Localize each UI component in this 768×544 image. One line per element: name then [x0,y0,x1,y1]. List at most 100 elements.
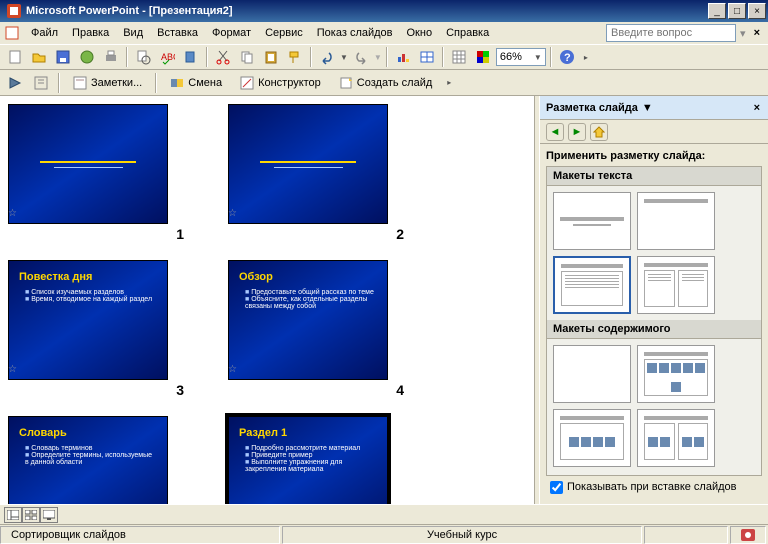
sorter-view-icon[interactable] [22,507,40,523]
layout-title-bullets[interactable] [553,256,631,314]
slide-thumb[interactable]: ☆2 [228,104,408,242]
nav-back-icon[interactable]: ◄ [546,123,564,141]
task-pane: Разметка слайда ▼ × ◄ ► Применить размет… [540,96,768,504]
workspace: ☆1☆2Повестка дняСписок изучаемых раздело… [0,96,768,504]
slide-thumb[interactable]: СловарьСловарь терминовОпределите термин… [8,416,188,504]
transition-button[interactable]: Смена [163,72,229,94]
menu-help[interactable]: Справка [439,25,496,41]
menu-edit[interactable]: Правка [65,25,116,41]
close-button[interactable]: × [748,3,766,19]
toolbar2-options-icon[interactable]: ▸ [443,72,455,94]
print-icon[interactable] [100,46,122,68]
copy-icon[interactable] [236,46,258,68]
standard-toolbar: ABC ▼ ▼ 66%▼ ? ▸ [0,44,768,70]
notes-button[interactable]: Заметки... [66,72,149,94]
taskpane-nav: ◄ ► [540,120,768,144]
slide-thumb[interactable]: Повестка дняСписок изучаемых разделовВре… [8,260,188,398]
maximize-button[interactable]: □ [728,3,746,19]
taskpane-title: Разметка слайда [546,102,638,114]
taskpane-body: Применить разметку слайда: Макеты текста… [540,144,768,504]
format-painter-icon[interactable] [284,46,306,68]
expand-icon[interactable] [30,72,52,94]
menu-tools[interactable]: Сервис [258,25,310,41]
window-title: Microsoft PowerPoint - [Презентация2] [26,5,706,17]
status-left: Сортировщик слайдов [0,526,280,544]
section-content-layouts: Макеты содержимого [547,320,761,339]
save-icon[interactable] [52,46,74,68]
show-on-insert-row: Показывать при вставке слайдов [546,476,762,498]
show-on-insert-label: Показывать при вставке слайдов [567,481,737,493]
help-icon[interactable]: ? [556,46,578,68]
undo-dropdown[interactable]: ▼ [340,53,348,62]
undo-icon[interactable] [316,46,338,68]
status-lang-icon[interactable] [730,526,766,544]
nav-forward-icon[interactable]: ► [568,123,586,141]
slideshow-view-icon[interactable] [40,507,58,523]
zoom-combo[interactable]: 66%▼ [496,48,546,66]
ask-dropdown[interactable]: ▾ [736,27,750,40]
permission-icon[interactable] [76,46,98,68]
menu-file[interactable]: Файл [24,25,65,41]
normal-view-icon[interactable] [4,507,22,523]
color-icon[interactable] [472,46,494,68]
slide-thumb[interactable]: ОбзорПредоставьте общий рассказ по темеО… [228,260,408,398]
svg-text:?: ? [564,52,571,64]
slide-number: 3 [176,382,188,398]
apply-label: Применить разметку слайда: [546,150,762,162]
slide-number: 2 [396,226,408,242]
menu-insert[interactable]: Вставка [150,25,205,41]
toolbar-options-icon[interactable]: ▸ [580,46,592,68]
slide-number: 1 [176,226,188,242]
taskpane-dropdown[interactable]: ▼ [638,102,657,114]
layout-content-single[interactable] [553,409,631,467]
cut-icon[interactable] [212,46,234,68]
paste-icon[interactable] [260,46,282,68]
menu-format[interactable]: Формат [205,25,258,41]
slide-thumb[interactable]: ☆1 [8,104,188,242]
layout-list[interactable]: Макеты текста Макеты содержимого [546,166,762,476]
transition-icon: ☆ [228,208,237,219]
minimize-button[interactable]: _ [708,3,726,19]
layout-two-content[interactable] [637,409,715,467]
table-icon[interactable] [416,46,438,68]
status-center: Учебный курс [282,526,642,544]
transition-icon: ☆ [8,208,17,219]
view-buttons [0,504,768,524]
spellcheck-icon[interactable]: ABC [156,46,178,68]
nav-home-icon[interactable] [590,123,608,141]
taskpane-header: Разметка слайда ▼ × [540,96,768,120]
show-on-insert-checkbox[interactable] [550,481,563,494]
outline-toolbar: Заметки... Смена Конструктор Создать сла… [0,70,768,96]
doc-close-button[interactable]: × [750,27,764,39]
redo-dropdown[interactable]: ▼ [374,53,382,62]
research-icon[interactable] [180,46,202,68]
taskpane-close[interactable]: × [752,102,762,114]
layout-title[interactable] [553,192,631,250]
new-icon[interactable] [4,46,26,68]
slide-sorter[interactable]: ☆1☆2Повестка дняСписок изучаемых раздело… [0,96,534,504]
layout-content[interactable] [637,345,715,403]
title-bar: Microsoft PowerPoint - [Презентация2] _ … [0,0,768,22]
menu-bar: Файл Правка Вид Вставка Формат Сервис По… [0,22,768,44]
menu-view[interactable]: Вид [116,25,150,41]
tablegrid-icon[interactable] [448,46,470,68]
open-icon[interactable] [28,46,50,68]
status-spacer [644,526,728,544]
ask-question-input[interactable] [606,24,736,42]
layout-title-only[interactable] [637,192,715,250]
layout-blank[interactable] [553,345,631,403]
designer-button[interactable]: Конструктор [233,72,328,94]
slide-number: 4 [396,382,408,398]
transition-icon: ☆ [228,364,237,375]
layout-two-col-text[interactable] [637,256,715,314]
chart-icon[interactable] [392,46,414,68]
status-bar: Сортировщик слайдов Учебный курс [0,524,768,544]
slide-thumb[interactable]: Раздел 1Подробно рассмотрите материалПри… [228,416,408,504]
menu-window[interactable]: Окно [400,25,440,41]
menu-slideshow[interactable]: Показ слайдов [310,25,400,41]
doc-icon [4,25,20,41]
preview-icon[interactable] [132,46,154,68]
new-slide-button[interactable]: Создать слайд [332,72,439,94]
redo-icon[interactable] [350,46,372,68]
arrow-icon[interactable] [4,72,26,94]
